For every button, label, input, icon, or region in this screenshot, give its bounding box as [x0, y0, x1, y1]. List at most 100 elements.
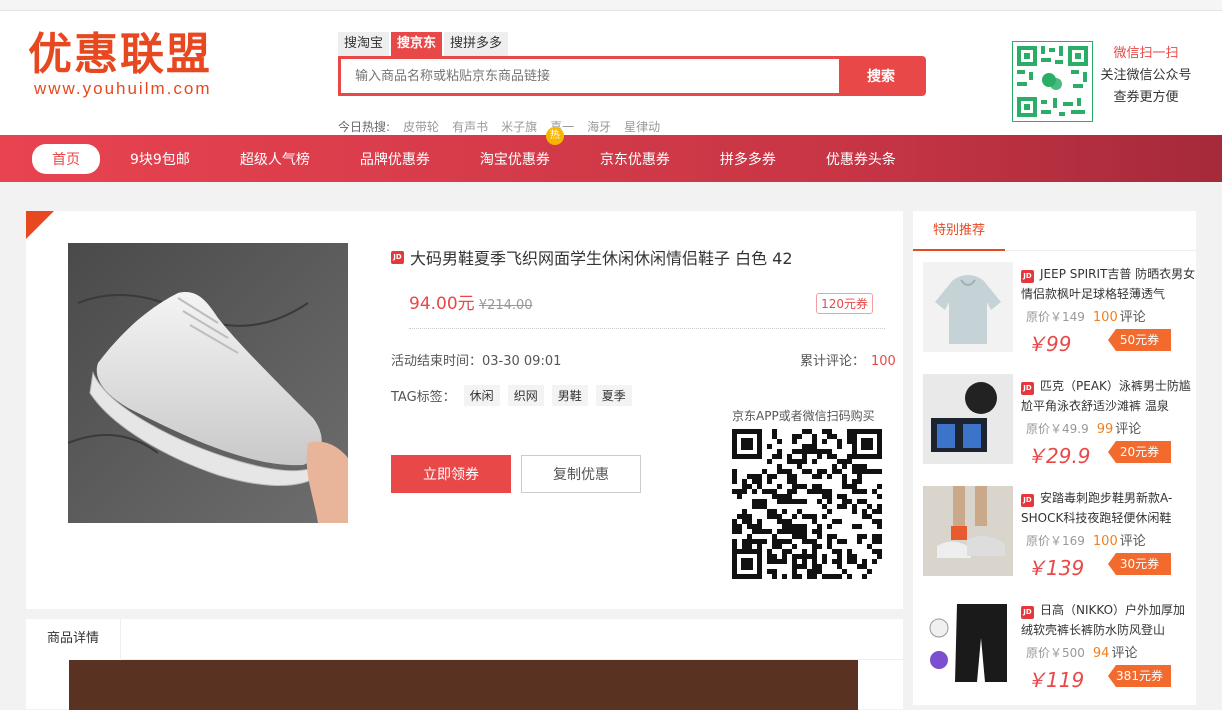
rec-comment-label: 评论: [1115, 422, 1142, 437]
rec-price: ￥99: [1026, 332, 1072, 356]
end-time: 活动结束时间：03-30 09:01: [391, 354, 562, 369]
wechat-follow-label: 关注微信公众号: [1100, 68, 1192, 83]
logo[interactable]: 优惠联盟 www.youhuilm.com: [28, 31, 238, 99]
nav-taobao-label: 淘宝优惠券: [479, 151, 550, 168]
rec-item[interactable]: JD 日高（NIKKO）户外加厚加绒软壳裤长裤防水防风登山 原价￥500 94 评论 …: [923, 598, 1193, 698]
tab-search-jd[interactable]: 搜京东: [391, 32, 443, 56]
rec-orig-text: 原价￥169: [1026, 534, 1085, 548]
nav-taobao-coupons[interactable]: 淘宝优惠券 热: [479, 126, 564, 169]
rec-image: [923, 486, 1013, 576]
corner-ribbon: [26, 211, 54, 239]
rec-image: [923, 262, 1013, 352]
product-title-text: 大码男鞋夏季飞织网面学生休闲休闲情侣鞋子 白色 42: [410, 249, 793, 268]
product-title: JD 大码男鞋夏季飞织网面学生休闲休闲情侣鞋子 白色 42: [391, 245, 793, 269]
rec-title: JD 安踏毒刺跑步鞋男新款A-SHOCK科技夜跑轻便休闲鞋: [1021, 488, 1197, 528]
rec-comment-label: 评论: [1111, 646, 1138, 661]
jd-badge-icon: JD: [1021, 382, 1034, 395]
wechat-coupon-label: 查券更方便: [1113, 90, 1179, 105]
hot-item[interactable]: 海牙: [587, 118, 611, 135]
sidebar-header: 特别推荐: [913, 211, 1196, 251]
qr-label: 京东APP或者微信扫码购买: [732, 409, 875, 423]
rec-item[interactable]: JD 匹克（PEAK）泳裤男士防尴尬平角泳衣舒适沙滩裤 温泉 原价￥49.9 99 评…: [923, 374, 1193, 474]
rec-item[interactable]: JD 安踏毒刺跑步鞋男新款A-SHOCK科技夜跑轻便休闲鞋 原价￥169 100 评论…: [923, 486, 1193, 586]
original-price: ¥214.00: [478, 298, 533, 313]
rec-title-text: 匹克（PEAK）泳裤男士防尴尬平角泳衣舒适沙滩裤 温泉: [1021, 379, 1191, 413]
tag-list: TAG标签： 休闲 织网 男鞋 夏季: [391, 385, 632, 406]
nav-9-9[interactable]: 9块9包邮: [130, 149, 190, 169]
rec-comment-label: 评论: [1119, 310, 1146, 325]
nav-brand-coupons[interactable]: 品牌优惠券: [360, 149, 430, 169]
rec-original-price: 原价￥49.9 99 评论: [1026, 418, 1141, 437]
comment-count: 累计评论： 100: [800, 350, 896, 369]
nav-jd-coupons[interactable]: 京东优惠券: [600, 149, 670, 169]
rec-original-price: 原价￥169 100 评论: [1026, 530, 1146, 549]
get-coupon-button[interactable]: 立即领券: [391, 455, 511, 493]
hot-badge-icon: 热: [545, 126, 564, 145]
search-input[interactable]: [341, 59, 839, 93]
rec-price: ￥119: [1026, 668, 1085, 692]
search-button[interactable]: 搜索: [839, 59, 923, 93]
rec-coupon-badge[interactable]: 381元券: [1108, 665, 1171, 687]
tag-item[interactable]: 夏季: [595, 385, 632, 406]
wechat-scan-label: 微信扫一扫: [1113, 46, 1179, 61]
coupon-price: 94.00元: [409, 294, 475, 314]
nav-popular[interactable]: 超级人气榜: [240, 149, 310, 169]
tab-search-taobao[interactable]: 搜淘宝: [338, 32, 390, 56]
hot-item[interactable]: 星律动: [624, 118, 660, 135]
recommend-sidebar: 特别推荐 JD JEEP SPIRIT吉普 防晒衣男女情侣款枫叶足球格轻薄透气 原…: [913, 211, 1196, 705]
nav-home[interactable]: 首页: [32, 143, 100, 174]
hot-item[interactable]: 米子旗: [501, 118, 537, 135]
sidebar-title: 特别推荐: [913, 211, 1006, 251]
hot-label: 今日热搜:: [338, 120, 391, 134]
wechat-qr-code: [1012, 41, 1093, 122]
comment-value: 100: [871, 354, 896, 369]
rec-coupon-badge[interactable]: 50元券: [1108, 329, 1171, 351]
rec-comment-count: 99: [1096, 422, 1114, 437]
nav-pdd-coupons[interactable]: 拼多多券: [720, 149, 776, 169]
hot-item[interactable]: 有声书: [452, 118, 488, 135]
rec-coupon-badge[interactable]: 30元券: [1108, 553, 1171, 575]
rec-title-text: JEEP SPIRIT吉普 防晒衣男女情侣款枫叶足球格轻薄透气: [1021, 267, 1196, 301]
tag-item[interactable]: 男鞋: [551, 385, 588, 406]
tag-item[interactable]: 休闲: [463, 385, 500, 406]
header: 优惠联盟 www.youhuilm.com 搜淘宝 搜京东 搜拼多多 搜索 今日…: [0, 11, 1222, 135]
jd-badge-icon: JD: [391, 250, 404, 264]
tag-item[interactable]: 织网: [507, 385, 544, 406]
search-tabs: 搜淘宝 搜京东 搜拼多多: [338, 32, 510, 56]
rec-title-text: 日高（NIKKO）户外加厚加绒软壳裤长裤防水防风登山: [1021, 603, 1186, 637]
wechat-follow-text: 微信扫一扫 关注微信公众号 查券更方便: [1096, 43, 1196, 109]
coupon-badge: 120元券: [816, 293, 873, 314]
rec-original-price: 原价￥500 94 评论: [1026, 642, 1137, 661]
rec-price: ￥29.9: [1026, 444, 1091, 468]
rec-title: JD 匹克（PEAK）泳裤男士防尴尬平角泳衣舒适沙滩裤 温泉: [1021, 376, 1197, 416]
tab-product-detail[interactable]: 商品详情: [26, 619, 121, 659]
rec-price: ￥139: [1026, 556, 1085, 580]
top-bar: [0, 0, 1222, 11]
hot-item[interactable]: 皮带轮: [403, 118, 439, 135]
logo-url: www.youhuilm.com: [34, 79, 212, 98]
jd-badge-icon: JD: [1021, 270, 1034, 283]
rec-comment-count: 100: [1092, 534, 1118, 549]
rec-image: [923, 374, 1013, 464]
rec-image: [923, 598, 1013, 688]
nav-coupon-headlines[interactable]: 优惠券头条: [826, 149, 896, 169]
rec-orig-text: 原价￥149: [1026, 310, 1085, 324]
product-panel: JD 大码男鞋夏季飞织网面学生休闲休闲情侣鞋子 白色 42 94.00元 ¥21…: [26, 211, 903, 609]
rec-comment-label: 评论: [1119, 534, 1146, 549]
logo-text: 优惠联盟: [28, 29, 212, 80]
rec-orig-text: 原价￥500: [1026, 646, 1085, 660]
rec-item[interactable]: JD JEEP SPIRIT吉普 防晒衣男女情侣款枫叶足球格轻薄透气 原价￥149…: [923, 262, 1195, 362]
comment-label: 累计评论：: [800, 354, 866, 369]
hot-searches: 今日热搜: 皮带轮 有声书 米子旗 喜一 海牙 星律动: [338, 118, 673, 135]
detail-panel: 商品详情: [26, 619, 903, 710]
rec-coupon-badge[interactable]: 20元券: [1108, 441, 1171, 463]
rec-comment-count: 100: [1092, 310, 1118, 325]
tab-search-pdd[interactable]: 搜拼多多: [444, 32, 509, 56]
rec-title: JD JEEP SPIRIT吉普 防晒衣男女情侣款枫叶足球格轻薄透气: [1021, 264, 1197, 304]
rec-comment-count: 94: [1092, 646, 1110, 661]
rec-title-text: 安踏毒刺跑步鞋男新款A-SHOCK科技夜跑轻便休闲鞋: [1021, 491, 1173, 525]
purchase-qr-code: [732, 429, 882, 579]
tag-label: TAG标签：: [391, 390, 456, 405]
rec-orig-text: 原价￥49.9: [1026, 422, 1089, 436]
copy-coupon-button[interactable]: 复制优惠: [521, 455, 641, 493]
